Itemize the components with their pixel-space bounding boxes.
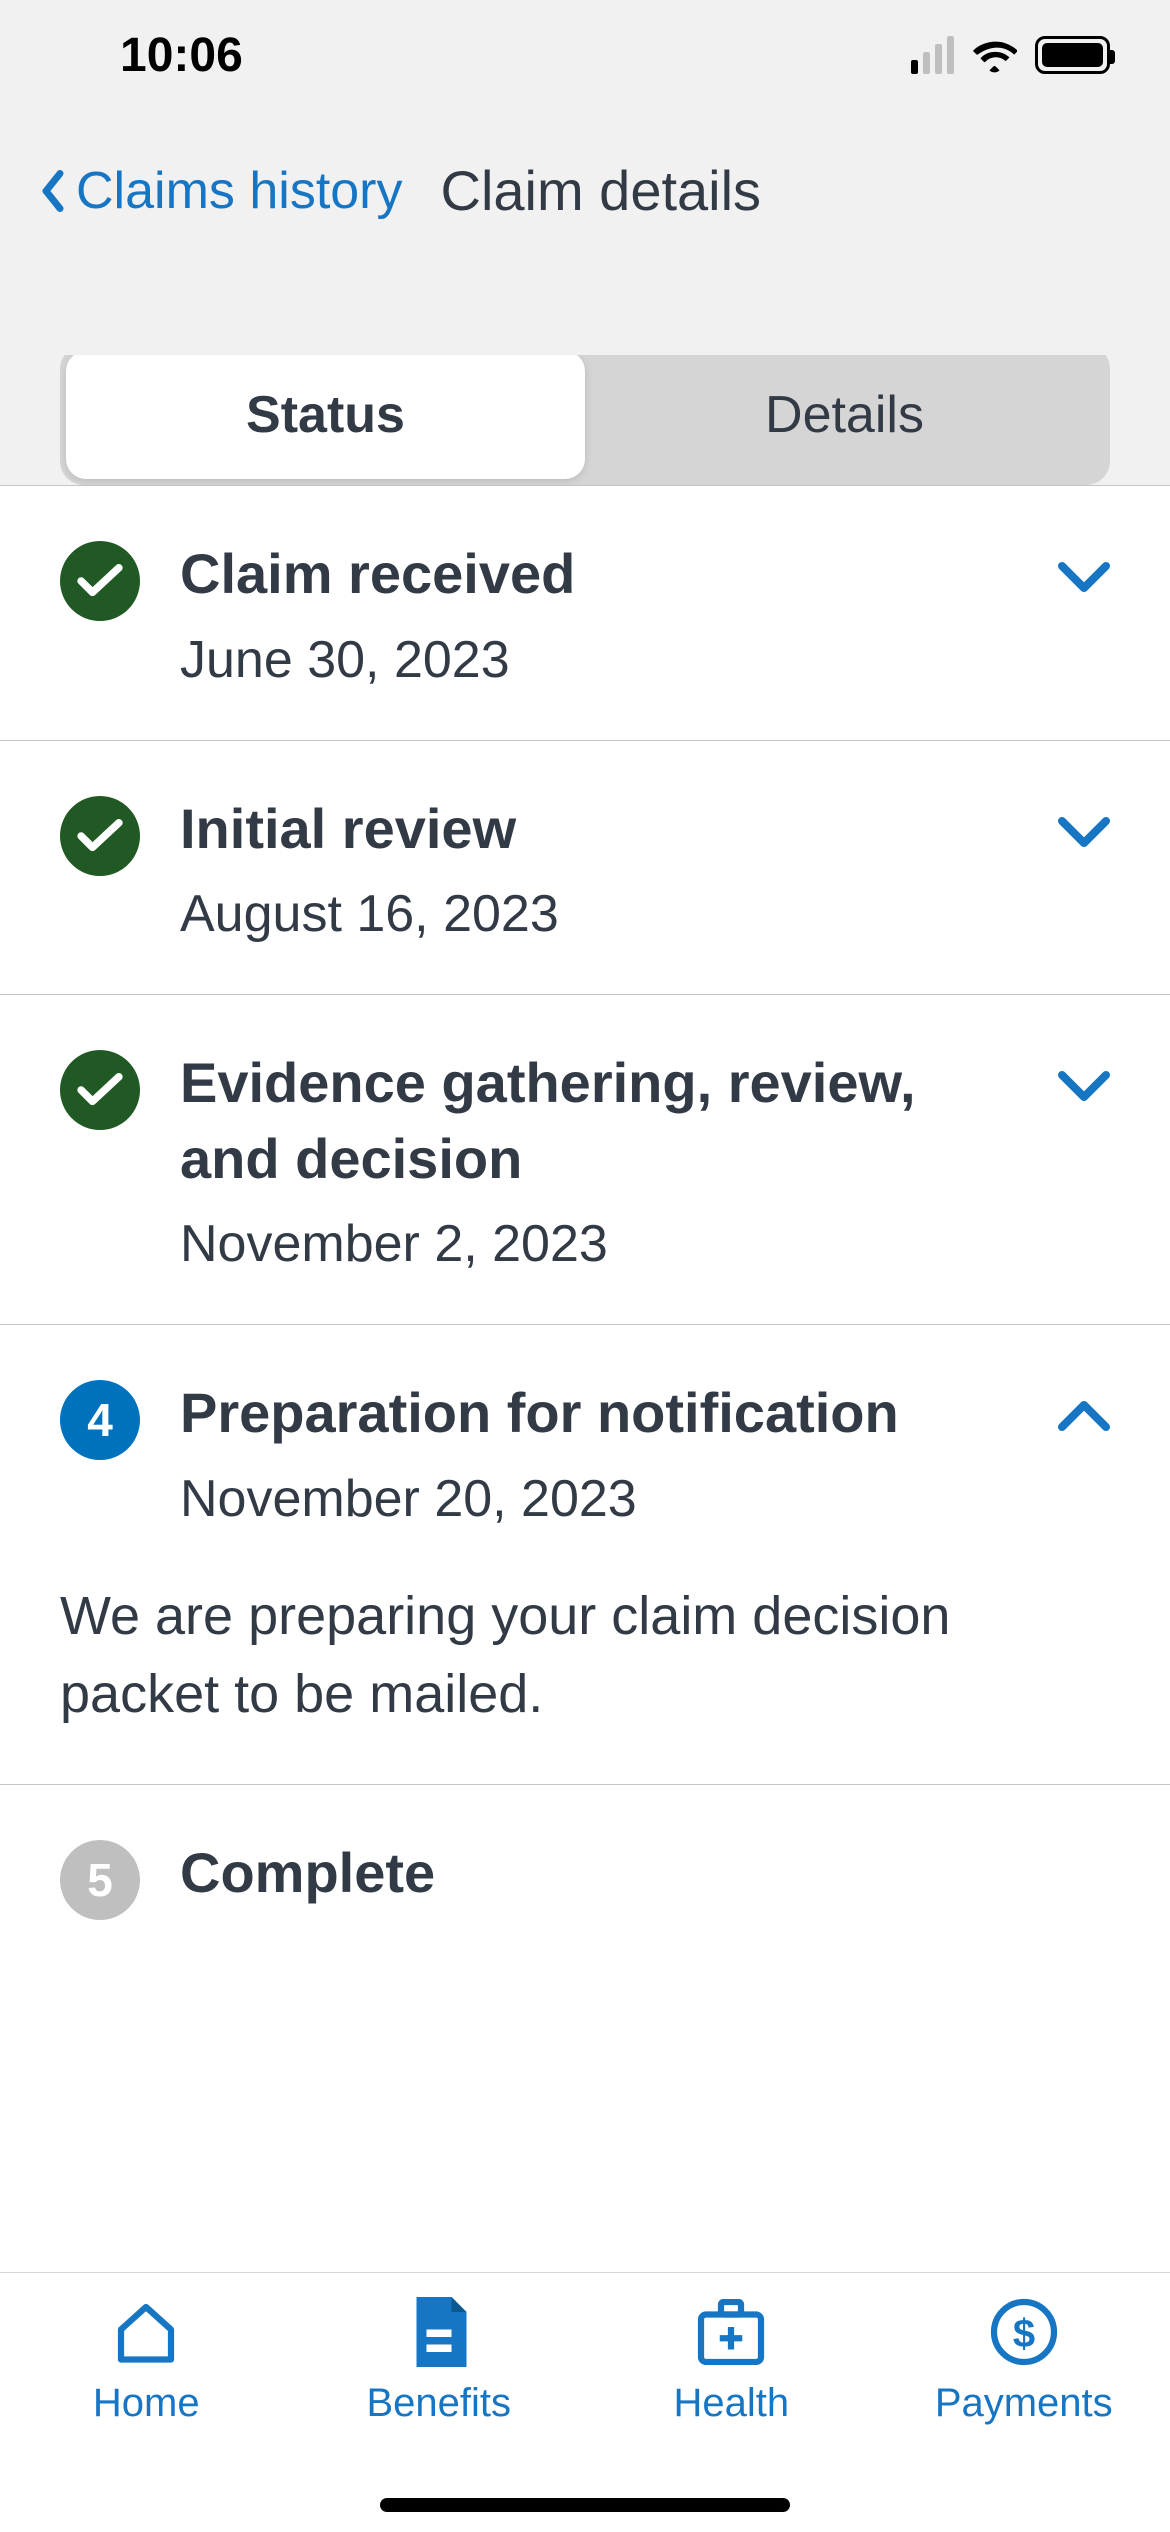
wifi-icon [972,38,1017,73]
battery-icon [1035,36,1110,74]
medkit-icon [696,2297,766,2367]
back-button[interactable]: Claims history [40,161,403,221]
step-number: 4 [87,1393,113,1447]
dollar-circle-icon: $ [989,2297,1059,2367]
nav-label: Payments [935,2381,1113,2426]
nav-health[interactable]: Health [585,2297,878,2532]
step-title: Initial review [180,791,1018,867]
chevron-left-icon [40,170,66,212]
steps-list: Claim received June 30, 2023 Initial rev… [0,486,1170,1948]
tab-details[interactable]: Details [585,351,1104,479]
home-indicator[interactable] [380,2498,790,2512]
nav-label: Benefits [366,2381,511,2426]
tabs: Status Details [60,345,1110,485]
step-complete[interactable]: 5 Complete [0,1785,1170,1948]
page-title: Claim details [441,158,762,223]
bottom-nav: Home Benefits Health $ Payments [0,2272,1170,2532]
step-body-text: We are preparing your claim decision pac… [60,1577,1110,1734]
step-number: 5 [87,1853,113,1907]
chevron-down-icon [1058,562,1110,594]
step-preparation-notification[interactable]: 4 Preparation for notification November … [0,1325,1170,1784]
nav-label: Home [93,2381,200,2426]
nav-payments[interactable]: $ Payments [878,2297,1170,2532]
step-title: Claim received [180,536,1018,612]
nav-header: Claims history Claim details [0,110,1170,355]
svg-text:$: $ [1013,2312,1035,2356]
chevron-down-icon [1058,1071,1110,1103]
step-date: November 20, 2023 [180,1469,1018,1529]
back-label: Claims history [76,161,403,221]
cellular-signal-icon [911,36,954,74]
status-bar: 10:06 [0,0,1170,110]
nav-label: Health [673,2381,789,2426]
step-initial-review[interactable]: Initial review August 16, 2023 [0,741,1170,996]
chevron-up-icon [1058,1401,1110,1433]
step-date: August 16, 2023 [180,884,1018,944]
home-icon [111,2297,181,2367]
document-icon [404,2297,474,2367]
check-circle-icon [60,796,140,876]
step-number-circle-icon: 4 [60,1380,140,1460]
step-date: June 30, 2023 [180,630,1018,690]
step-title: Complete [180,1835,1110,1911]
tab-status[interactable]: Status [66,351,585,479]
check-circle-icon [60,541,140,621]
nav-benefits[interactable]: Benefits [293,2297,586,2532]
status-time: 10:06 [120,28,243,83]
check-circle-icon [60,1050,140,1130]
step-title: Evidence gathering, review, and decision [180,1045,1018,1196]
tabs-container: Status Details [0,345,1170,486]
step-evidence-gathering[interactable]: Evidence gathering, review, and decision… [0,995,1170,1325]
chevron-down-icon [1058,817,1110,849]
status-indicators [911,36,1110,74]
nav-home[interactable]: Home [0,2297,293,2532]
step-date: November 2, 2023 [180,1214,1018,1274]
step-number-circle-icon: 5 [60,1840,140,1920]
step-title: Preparation for notification [180,1375,1018,1451]
step-claim-received[interactable]: Claim received June 30, 2023 [0,486,1170,741]
tab-status-label: Status [246,385,405,445]
tab-details-label: Details [765,385,924,445]
